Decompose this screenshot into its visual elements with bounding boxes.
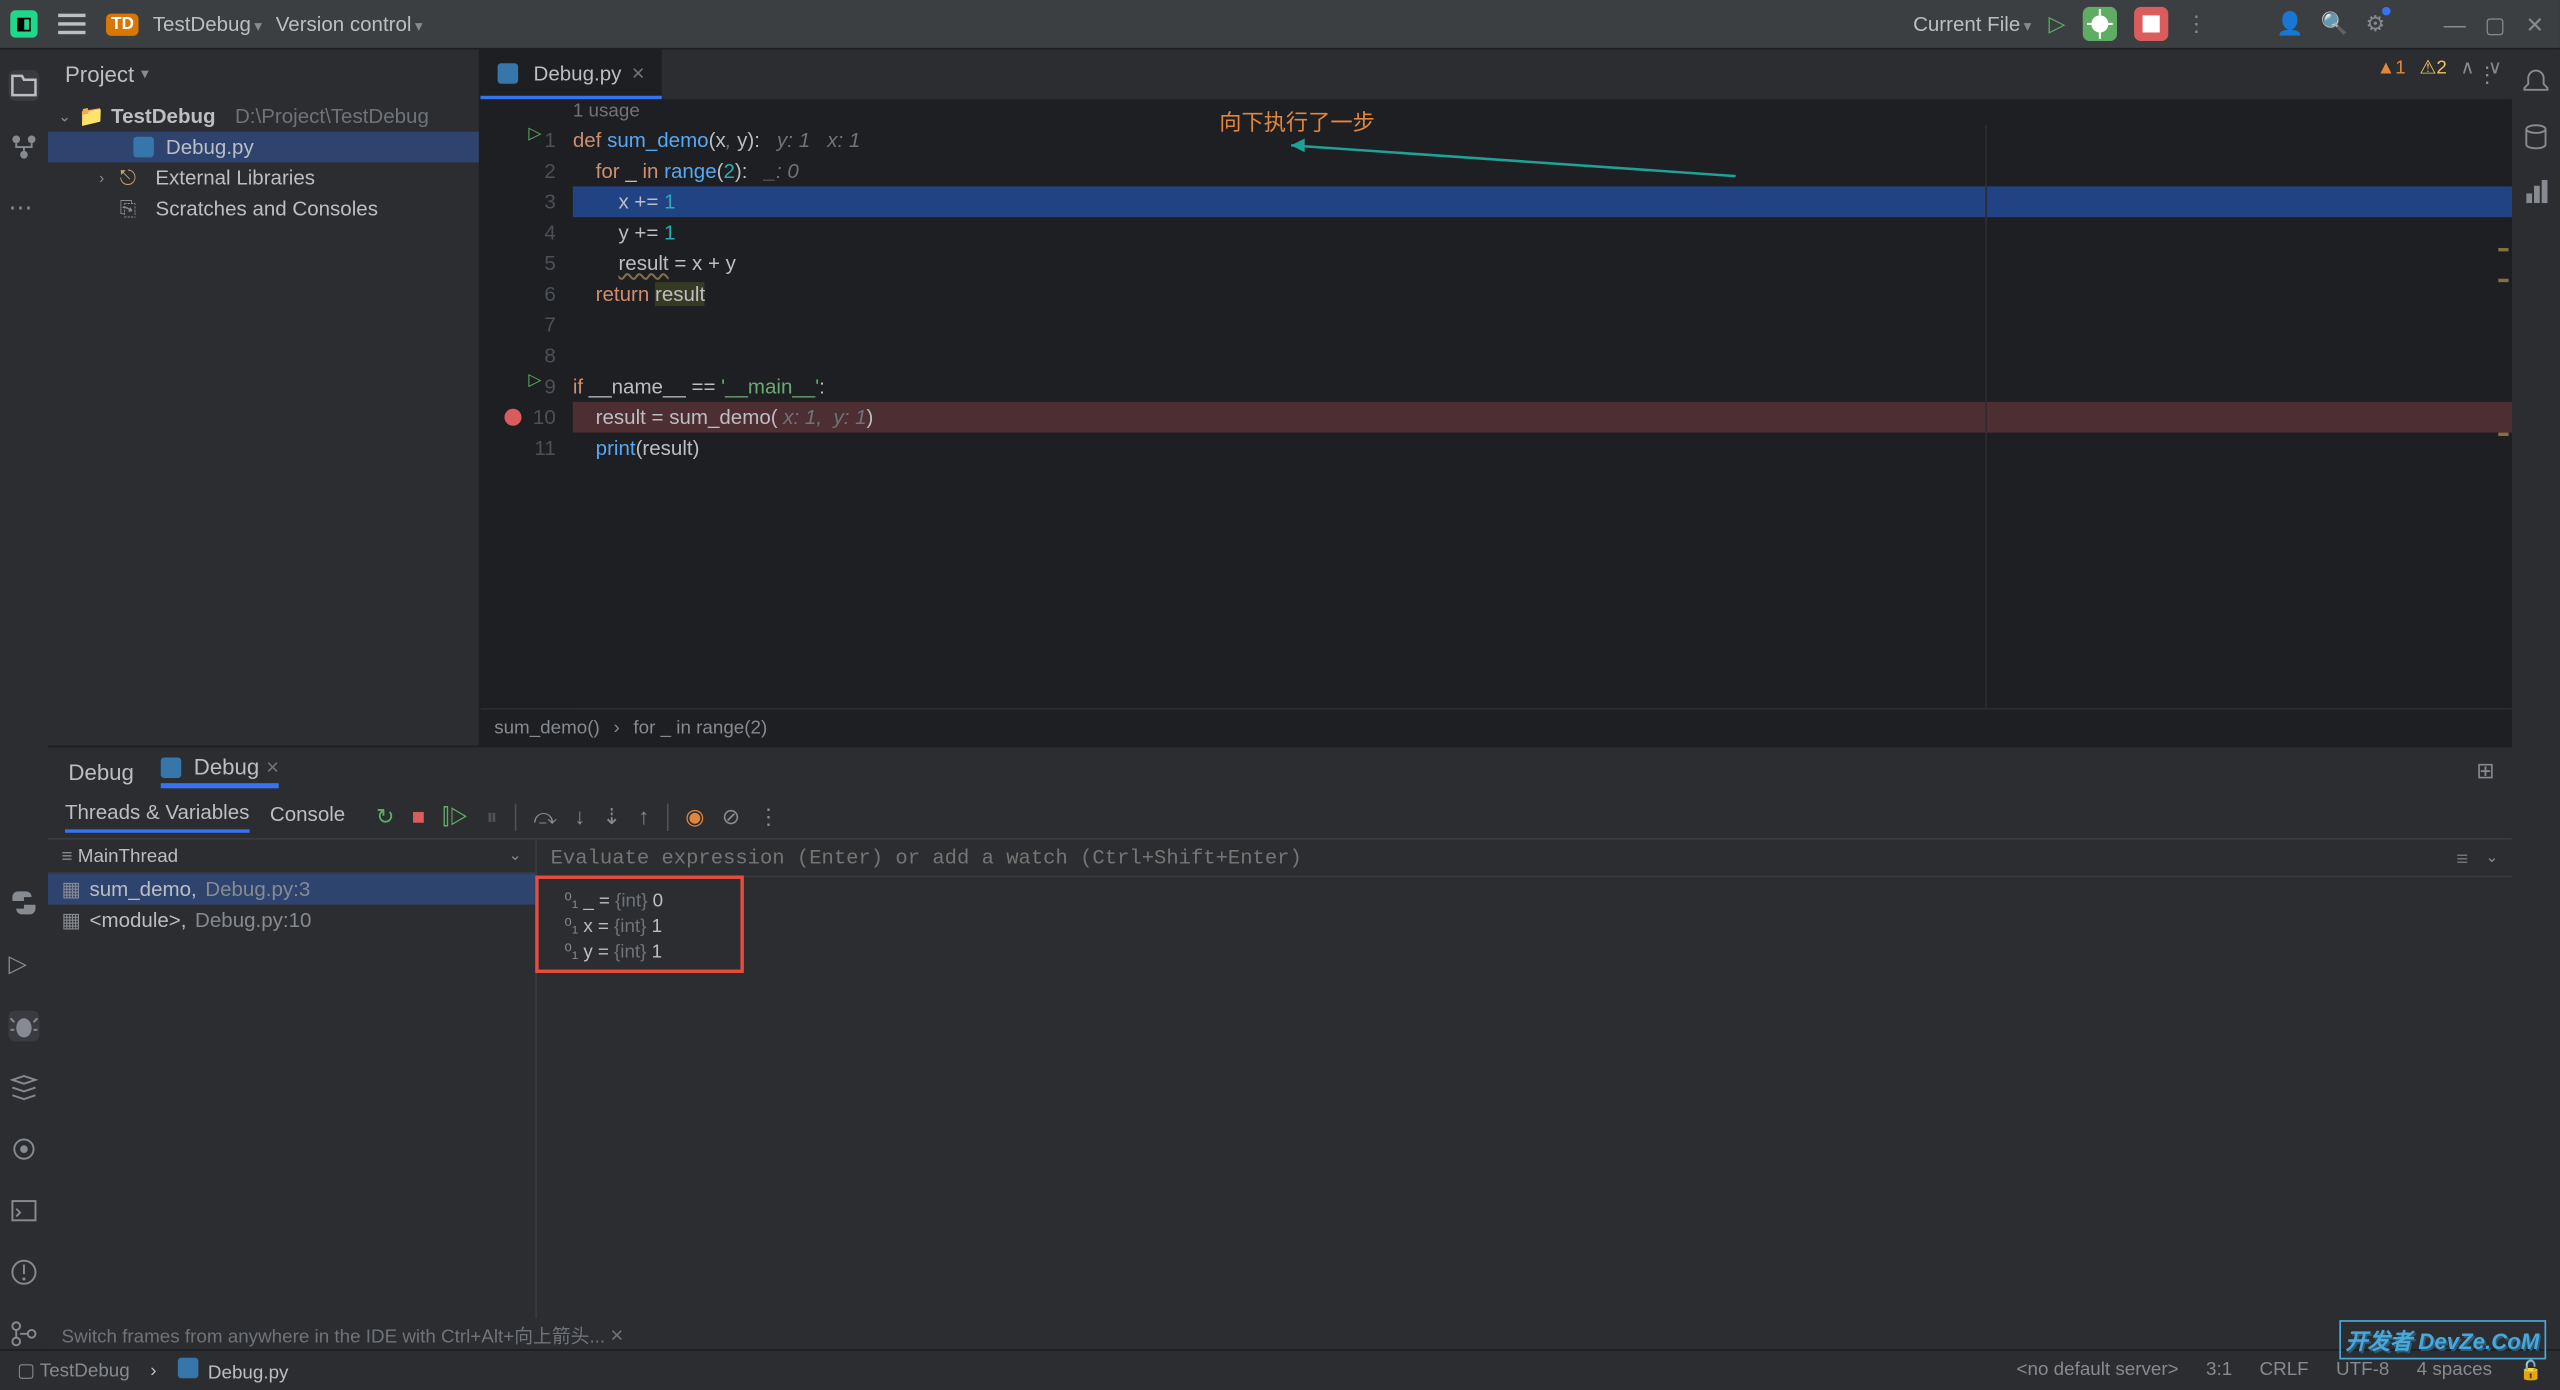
view-breakpoints-icon[interactable]: ◉ (685, 803, 704, 830)
variable-row[interactable]: ⁰₁ _ = {int} 0 (551, 887, 2499, 913)
breadcrumb-bar[interactable]: sum_demo()›for _ in range(2) (481, 708, 2512, 746)
editor-area: Debug.py × ⋮ ▲1 ⚠2 ∧∨ 1234567891011 ▷ ▷ … (481, 50, 2512, 746)
python-file-icon (177, 1358, 198, 1379)
vcs-tool-icon[interactable] (9, 1318, 40, 1349)
indent-indicator[interactable]: 4 spaces (2417, 1359, 2492, 1381)
search-icon[interactable]: 🔍 (2321, 10, 2349, 37)
debug-icon[interactable] (2083, 7, 2117, 41)
coverage-tool-icon[interactable] (2521, 176, 2552, 207)
console-tab[interactable]: Console (270, 802, 345, 831)
frames-panel: ≡ MainThread ⌄ ▦sum_demo,Debug.py:3 ▦<mo… (48, 840, 537, 1319)
database-tool-icon[interactable] (2521, 121, 2552, 152)
services-tool-icon[interactable] (9, 1072, 40, 1103)
project-tree-panel: Project▾ ⌄📁 TestDebug D:\Project\TestDeb… (48, 50, 481, 746)
step-into-my-icon[interactable]: ⇣ (602, 803, 621, 830)
python-file-icon (498, 62, 519, 83)
annotation-label: 向下执行了一步 (1219, 108, 1375, 139)
breakpoint-icon[interactable] (504, 409, 521, 426)
main-menu-icon[interactable] (58, 14, 85, 35)
thread-selector[interactable]: MainThread (78, 846, 178, 867)
threads-vars-tab[interactable]: Threads & Variables (65, 800, 249, 832)
project-selector[interactable]: TestDebug▾ (153, 12, 262, 36)
stop-debug-icon[interactable]: ■ (412, 804, 425, 830)
python-console-icon[interactable] (9, 887, 40, 918)
variables-panel: ≡ ⌄ ⁰₁ _ = {int} 0 ⁰₁ x = {int} 1 ⁰₁ y =… (537, 840, 2512, 1319)
run-line-icon[interactable]: ▷ (528, 371, 541, 390)
step-into-icon[interactable]: ↓ (574, 804, 585, 830)
account-icon[interactable]: 👤 (2276, 10, 2304, 37)
top-toolbar: ◧ TD TestDebug▾ Version control▾ Current… (0, 0, 2560, 50)
rerun-icon[interactable]: ↻ (376, 803, 395, 830)
run-tool-icon[interactable]: ▷ (9, 949, 40, 980)
python-file-icon (133, 137, 154, 158)
python-file-icon (161, 757, 182, 778)
inspection-widgets[interactable]: ▲1 ⚠2 ∧∨ (2377, 56, 2502, 78)
terminal-tool-icon[interactable] (9, 1195, 40, 1226)
problems-tool-icon[interactable] (9, 1257, 40, 1288)
more-tools-icon[interactable]: ⋯ (9, 193, 40, 224)
editor-tabs: Debug.py × ⋮ (481, 50, 2512, 101)
debug-panel-title: Debug (65, 752, 137, 791)
right-tool-rail (2512, 50, 2560, 1350)
settings-icon[interactable]: ⚙ (2366, 10, 2386, 37)
stop-icon[interactable] (2134, 7, 2168, 41)
variable-row[interactable]: ⁰₁ y = {int} 1 (551, 939, 2499, 965)
project-panel-header[interactable]: Project▾ (48, 50, 479, 98)
stack-frame[interactable]: ▦sum_demo,Debug.py:3 (48, 874, 535, 905)
resume-icon[interactable]: ⫿▷ (442, 803, 469, 830)
encoding-indicator[interactable]: UTF-8 (2336, 1359, 2389, 1381)
app-logo-icon[interactable]: ◧ (10, 10, 37, 37)
server-indicator[interactable]: <no default server> (2017, 1359, 2179, 1381)
annotation-highlight-box (535, 876, 744, 973)
tree-scratches[interactable]: ⎘ Scratches and Consoles (48, 193, 479, 224)
tree-file-debug-py[interactable]: Debug.py (48, 132, 479, 163)
editor-tab-debug-py[interactable]: Debug.py × (481, 50, 662, 100)
run-config-selector[interactable]: Current File▾ (1913, 12, 2031, 36)
close-session-icon[interactable]: × (266, 754, 279, 780)
more-icon[interactable]: ⋮ (2185, 10, 2207, 37)
python-packages-icon[interactable] (9, 1134, 40, 1165)
minimize-icon[interactable]: — (2444, 12, 2468, 36)
eval-expand-icon[interactable]: ⌄ (2485, 848, 2498, 867)
maximize-icon[interactable]: ▢ (2485, 12, 2509, 36)
debug-tool-icon[interactable] (9, 1011, 40, 1042)
nav-bar-project[interactable]: ▢ TestDebug (17, 1359, 130, 1381)
run-line-icon[interactable]: ▷ (528, 125, 541, 144)
mute-breakpoints-icon[interactable]: ⊘ (722, 803, 741, 830)
debug-panel: Debug Debug × ⊞ Threads & Variables Cons… (48, 746, 2512, 1350)
readonly-indicator[interactable]: 🔓 (2519, 1359, 2542, 1381)
step-over-icon[interactable]: ⤼ (533, 803, 557, 830)
close-tab-icon[interactable]: × (632, 60, 645, 86)
left-tool-rail: ⋯ ▷ (0, 50, 48, 1350)
debug-more-icon[interactable]: ⋮ (757, 803, 779, 830)
caret-position[interactable]: 3:1 (2206, 1359, 2232, 1381)
debug-toolbar: Threads & Variables Console ↻ ■ ⫿▷ ⏸ ⤼ ↓… (48, 795, 2512, 839)
variable-row[interactable]: ⁰₁ x = {int} 1 (551, 913, 2499, 939)
code-editor[interactable]: 1234567891011 ▷ ▷ 1 usage def sum_demo(x… (481, 101, 2512, 708)
project-tool-icon[interactable] (9, 70, 40, 101)
vcs-menu[interactable]: Version control▾ (276, 12, 423, 36)
stack-frame[interactable]: ▦<module>,Debug.py:10 (48, 905, 535, 936)
layout-settings-icon[interactable]: ⊞ (2476, 758, 2495, 785)
debug-session-tab[interactable]: Debug × (161, 754, 279, 788)
close-tip-icon[interactable]: × (610, 1322, 623, 1348)
ide-tip-bar: Switch frames from anywhere in the IDE w… (48, 1318, 2512, 1349)
close-window-icon[interactable]: ✕ (2526, 12, 2550, 36)
status-bar: ▢ TestDebug › Debug.py <no default serve… (0, 1349, 2560, 1390)
structure-tool-icon[interactable] (9, 132, 40, 163)
tree-external-libraries[interactable]: ›⎋ External Libraries (48, 162, 479, 193)
line-separator[interactable]: CRLF (2260, 1359, 2309, 1381)
pause-icon[interactable]: ⏸ (486, 803, 497, 830)
thread-dropdown-icon[interactable]: ⌄ (509, 846, 522, 865)
nav-bar-file[interactable]: Debug.py (177, 1358, 288, 1384)
notifications-icon[interactable] (2521, 67, 2552, 98)
project-badge: TD (106, 13, 139, 35)
tree-root[interactable]: ⌄📁 TestDebug D:\Project\TestDebug (48, 101, 479, 132)
eval-history-icon[interactable]: ≡ (2456, 846, 2468, 870)
gutter[interactable]: 1234567891011 (481, 101, 573, 708)
step-out-icon[interactable]: ↑ (638, 804, 649, 830)
run-icon[interactable]: ▷ (2049, 10, 2066, 37)
evaluate-expression-input[interactable] (551, 846, 2457, 870)
